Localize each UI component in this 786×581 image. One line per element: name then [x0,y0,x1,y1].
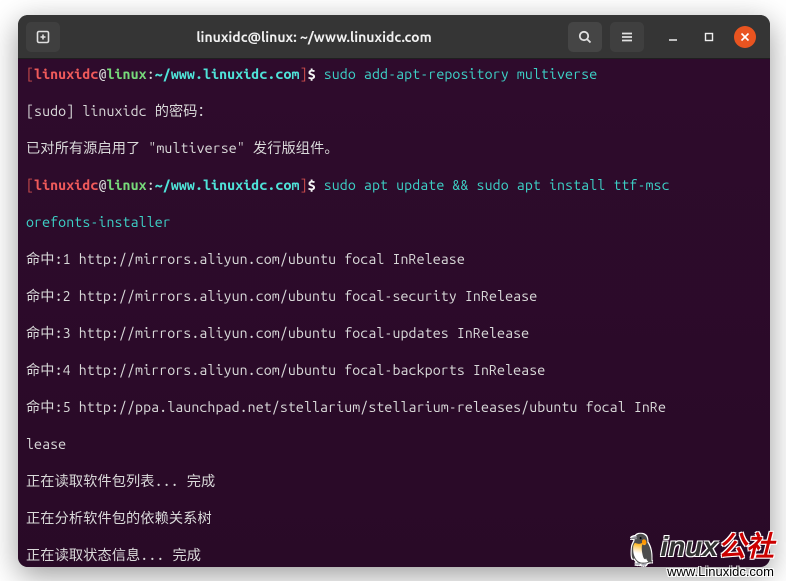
prompt-user: linuxidc [34,66,98,82]
prompt-dollar: $ [308,66,324,82]
maximize-button[interactable] [698,26,720,48]
output-line: 正在读取状态信息... 完成 [26,546,762,565]
terminal-content[interactable]: [linuxidc@linux:~/www.linuxidc.com]$ sud… [18,59,770,567]
prompt-user: linuxidc [34,177,98,193]
prompt-host: linux [106,177,146,193]
prompt-host: linux [106,66,146,82]
output-line: 命中:4 http://mirrors.aliyun.com/ubuntu fo… [26,361,762,380]
terminal-window: linuxidc@linux: ~/www.linuxidc.com [linu… [18,15,770,567]
prompt-colon: : [147,177,155,193]
prompt-bracket: [ [26,177,34,193]
prompt-bracket: ] [300,66,308,82]
output-line: 命中:5 http://ppa.launchpad.net/stellarium… [26,398,762,417]
new-tab-button[interactable] [26,22,60,52]
minimize-button[interactable] [662,26,684,48]
output-line: lease [26,435,762,454]
menu-button[interactable] [610,22,644,52]
output-line: 命中:2 http://mirrors.aliyun.com/ubuntu fo… [26,287,762,306]
prompt-path: ~/www.linuxidc.com [155,66,300,82]
command-text: sudo add-apt-repository multiverse [324,66,598,82]
command-continuation: orefonts-installer [26,213,762,232]
prompt-path: ~/www.linuxidc.com [155,177,300,193]
prompt-colon: : [147,66,155,82]
output-line: [sudo] linuxidc 的密码： [26,102,762,121]
output-line: 命中:3 http://mirrors.aliyun.com/ubuntu fo… [26,324,762,343]
prompt-dollar: $ [308,177,324,193]
output-line: 正在分析软件包的依赖关系树 [26,509,762,528]
output-line: 正在读取软件包列表... 完成 [26,472,762,491]
prompt-bracket: [ [26,66,34,82]
window-title: linuxidc@linux: ~/www.linuxidc.com [68,29,560,45]
close-button[interactable] [734,26,756,48]
output-line: 命中:1 http://mirrors.aliyun.com/ubuntu fo… [26,250,762,269]
search-button[interactable] [568,22,602,52]
command-text: sudo apt update && sudo apt install ttf-… [324,177,670,193]
window-controls [662,26,756,48]
titlebar: linuxidc@linux: ~/www.linuxidc.com [18,15,770,59]
output-line: 已对所有源启用了 "multiverse" 发行版组件。 [26,139,762,158]
prompt-bracket: ] [300,177,308,193]
